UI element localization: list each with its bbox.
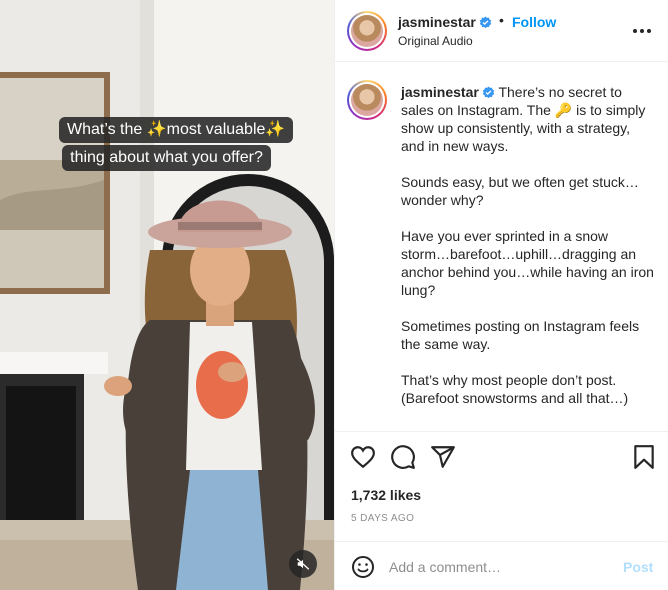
audio-link[interactable]: Original Audio (398, 34, 473, 48)
overlay-line-1: What’s the ✨most valuable✨ (59, 117, 294, 143)
more-options-icon[interactable] (630, 22, 654, 40)
comment-bar: Post (335, 541, 668, 590)
heart-icon[interactable] (350, 444, 376, 470)
speaker-muted-icon (296, 558, 310, 570)
emoji-icon[interactable] (351, 555, 375, 579)
post-media[interactable]: What’s the ✨most valuable✨ thing about w… (0, 0, 334, 590)
action-bar (335, 444, 668, 474)
post-button[interactable]: Post (623, 559, 653, 575)
caption-section: jasminestar There’s no secret to sales o… (335, 62, 668, 432)
post-header: jasminestar • Follow Original Audio (335, 0, 668, 62)
share-icon[interactable] (430, 444, 456, 470)
video-frame-image (0, 0, 334, 590)
verified-badge-icon (479, 16, 492, 29)
caption-paragraph: jasminestar There’s no secret to sales o… (401, 84, 646, 154)
caption-paragraph: Sometimes posting on Instagram feels the… (401, 318, 640, 352)
bookmark-icon[interactable] (631, 444, 657, 470)
caption-paragraph: That’s why most people don’t post. (Bare… (401, 372, 629, 406)
comment-icon[interactable] (390, 444, 416, 470)
likes-count[interactable]: 1,732 likes (351, 487, 421, 503)
video-text-overlay: What’s the ✨most valuable✨ thing about w… (59, 117, 294, 173)
caption-text: jasminestar There’s no secret to sales o… (401, 83, 656, 425)
avatar[interactable] (347, 11, 387, 51)
caption-avatar[interactable] (347, 80, 387, 120)
comment-input[interactable] (389, 556, 609, 578)
caption-username-link[interactable]: jasminestar (401, 84, 495, 100)
separator-dot: • (499, 12, 504, 28)
post-date[interactable]: 5 DAYS AGO (351, 513, 414, 524)
caption-paragraph: Sounds easy, but we often get stuck…wond… (401, 174, 639, 208)
follow-button[interactable]: Follow (512, 14, 556, 30)
caption-paragraph: Have you ever sprinted in a snow storm…b… (401, 228, 654, 298)
sparkle-icon: ✨ (146, 121, 167, 138)
sparkle-icon: ✨ (265, 121, 286, 138)
verified-badge-icon (482, 86, 495, 99)
username-link[interactable]: jasminestar (398, 14, 492, 30)
overlay-line-2: thing about what you offer? (62, 145, 271, 171)
post-details-panel: jasminestar • Follow Original Audio jasm… (334, 0, 668, 590)
mute-button[interactable] (289, 550, 317, 578)
